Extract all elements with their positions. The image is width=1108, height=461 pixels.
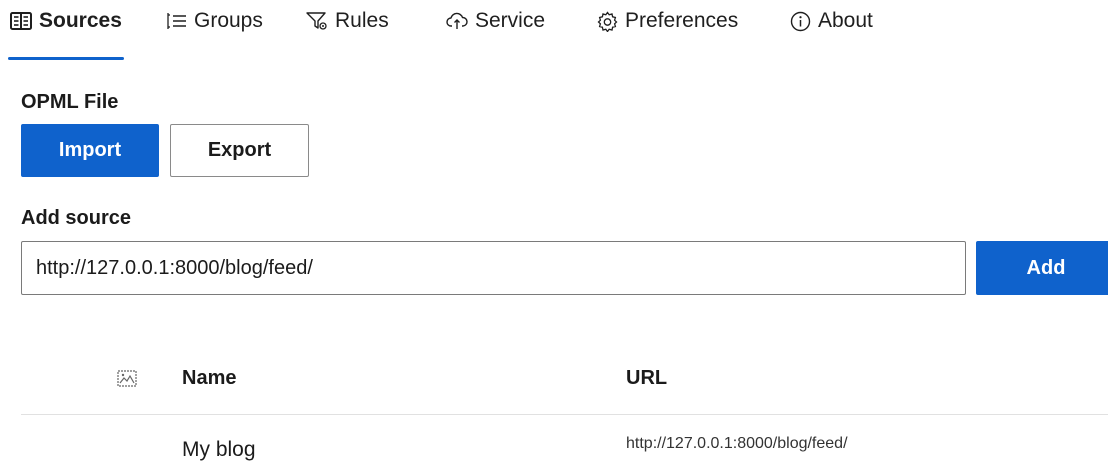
service-icon (446, 12, 468, 30)
tab-service[interactable]: Service (446, 8, 545, 34)
source-url: http://127.0.0.1:8000/blog/feed/ (626, 435, 848, 452)
tab-preferences[interactable]: Preferences (597, 8, 738, 34)
add-source-button[interactable]: Add (976, 241, 1108, 295)
tab-preferences-label: Preferences (625, 9, 739, 32)
tab-rules[interactable]: Rules (306, 8, 389, 34)
source-url-input-value: http://127.0.0.1:8000/blog/feed/ (36, 256, 313, 279)
tab-rules-label: Rules (335, 9, 389, 32)
table-divider (21, 414, 1108, 415)
image-icon (117, 370, 137, 392)
image-column-icon (117, 370, 137, 393)
source-url-input[interactable]: http://127.0.0.1:8000/blog/feed/ (21, 241, 966, 295)
tab-about[interactable]: About (790, 8, 873, 34)
import-button[interactable]: Import (21, 124, 159, 177)
tab-sources[interactable]: Sources (10, 8, 122, 34)
preferences-icon (597, 10, 618, 32)
sources-settings-page: Sources Groups Rules Service Preferences… (0, 0, 1108, 461)
tab-groups-label: Groups (194, 9, 263, 32)
opml-heading: OPML File (21, 91, 119, 113)
source-name: My blog (182, 438, 256, 461)
groups-icon (167, 12, 187, 30)
sources-icon (10, 11, 32, 31)
tab-bar: Sources Groups Rules Service Preferences… (0, 0, 1108, 62)
url-column-header[interactable]: URL (626, 367, 667, 390)
export-button[interactable]: Export (170, 124, 309, 177)
tab-sources-label: Sources (39, 9, 122, 32)
about-icon (790, 11, 811, 32)
add-source-heading: Add source (21, 207, 132, 229)
tab-service-label: Service (475, 9, 546, 32)
name-column-header[interactable]: Name (182, 367, 236, 390)
tab-about-label: About (818, 9, 873, 32)
tab-groups[interactable]: Groups (167, 8, 263, 34)
rules-icon (306, 11, 328, 31)
active-tab-indicator (8, 57, 124, 60)
